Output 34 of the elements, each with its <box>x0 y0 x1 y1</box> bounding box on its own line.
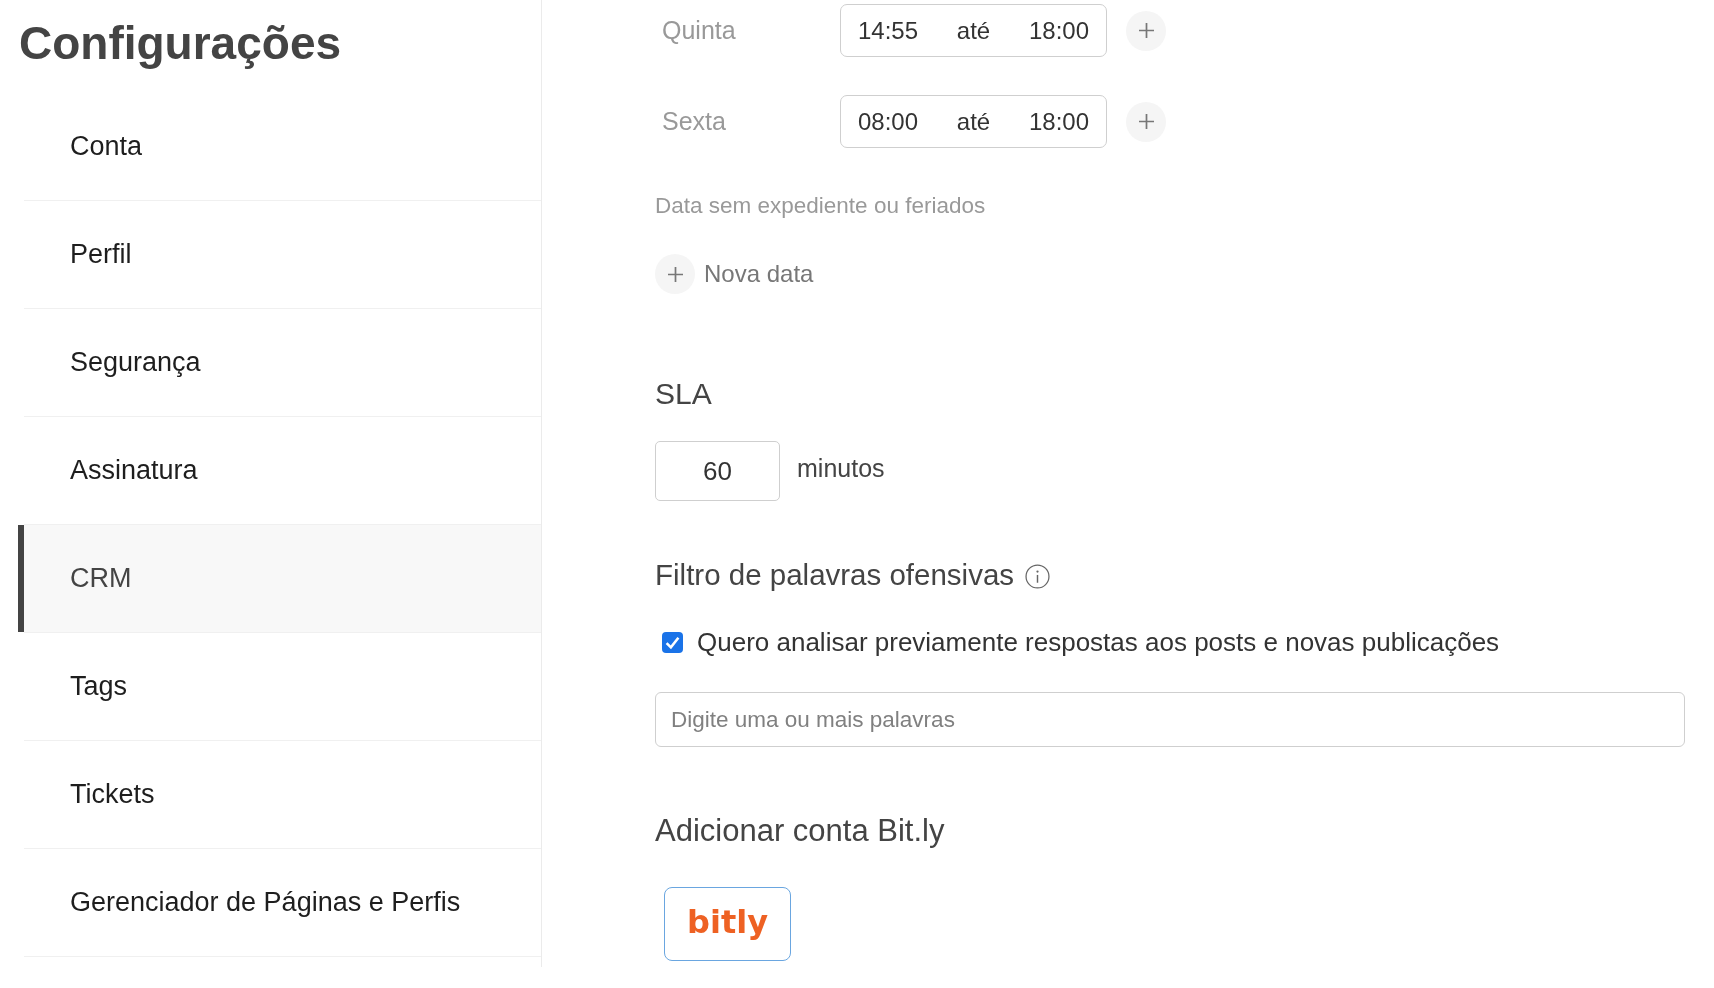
checkbox[interactable] <box>662 631 683 653</box>
until-label: até <box>956 106 991 137</box>
day-label: Sexta <box>661 105 727 137</box>
add-interval-button[interactable] <box>1126 101 1166 142</box>
sidebar-item[interactable]: Assinatura <box>18 417 541 524</box>
plus-icon <box>1138 23 1154 38</box>
sidebar-item[interactable]: CRM <box>18 525 541 632</box>
add-date-button[interactable] <box>655 254 695 294</box>
words-input-field[interactable]: Digite uma ou mais palavras <box>655 692 1685 747</box>
section-heading: Adicionar conta Bit.ly <box>655 813 946 849</box>
plus-icon <box>1138 114 1154 129</box>
sidebar-item[interactable]: Gerenciador de Páginas e Perfis <box>18 849 541 956</box>
sidebar-item[interactable]: Segurança <box>18 309 541 416</box>
sla-minutes-field[interactable]: 60 <box>655 441 780 501</box>
sidebar-item[interactable]: Perfil <box>18 201 541 308</box>
section-heading: Filtro de palavras ofensivas <box>655 557 1015 593</box>
sidebar-item[interactable]: Tags <box>18 633 541 740</box>
end-time-field[interactable]: 18:00 <box>1028 12 1089 49</box>
until-label: até <box>956 15 991 46</box>
sidebar-item[interactable]: Tickets <box>18 741 541 848</box>
add-interval-button[interactable] <box>1126 10 1166 51</box>
section-heading: SLA <box>655 377 713 411</box>
plus-icon <box>667 266 683 282</box>
end-time-field[interactable]: 18:00 <box>1028 103 1089 140</box>
start-time-field[interactable]: 14:55 <box>858 12 919 49</box>
checkbox-label: Quero analisar previamente respostas aos posts e novas publicações <box>697 627 1500 657</box>
start-time-field[interactable]: 08:00 <box>858 103 919 140</box>
info-icon[interactable] <box>1025 564 1051 589</box>
sidebar-item[interactable]: Conta <box>18 93 541 200</box>
check-icon <box>665 634 680 650</box>
section-label: Data sem expediente ou feriados <box>655 193 987 219</box>
unit-label: minutos <box>797 453 885 485</box>
new-date-link[interactable]: Nova data <box>704 256 814 292</box>
day-label: Quinta <box>661 14 737 46</box>
